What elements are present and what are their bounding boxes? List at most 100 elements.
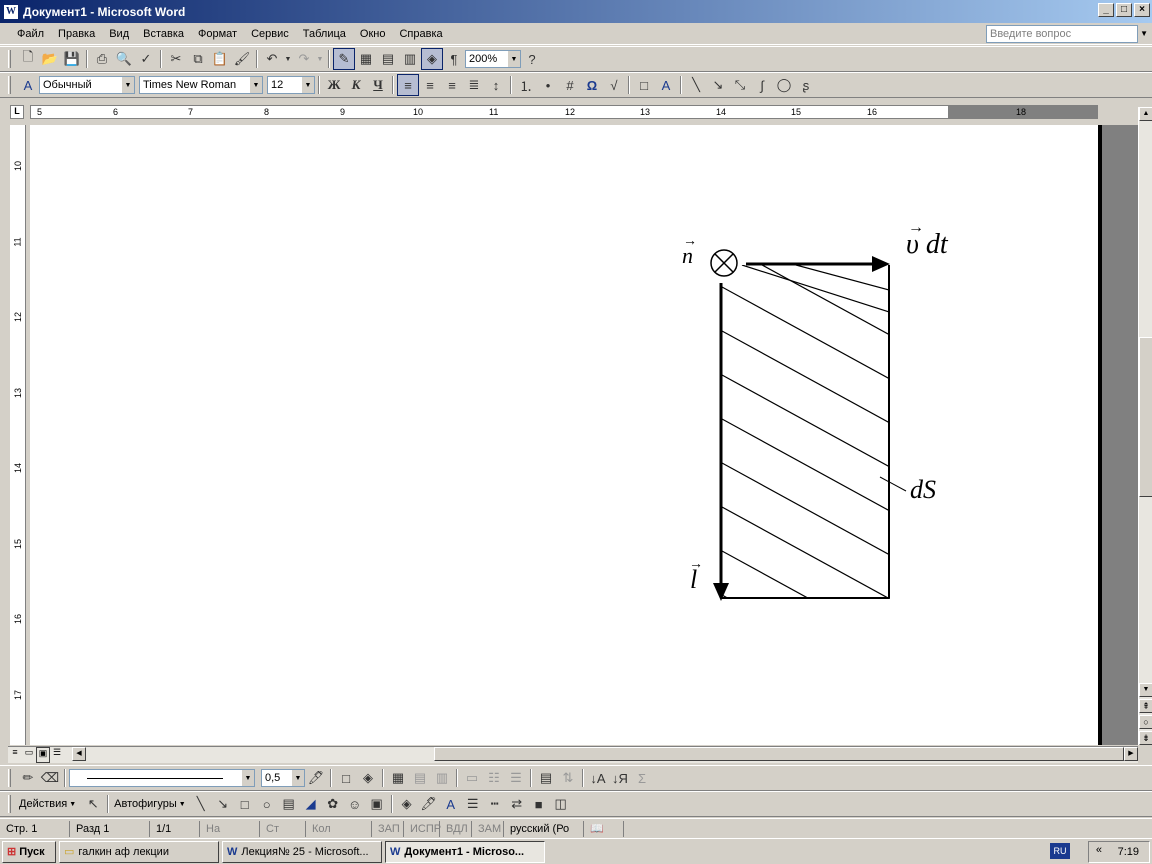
shading-color-icon[interactable]: ◈ xyxy=(357,767,379,789)
undo-icon[interactable]: ↶ xyxy=(261,48,283,70)
dash-style-icon[interactable]: ┅ xyxy=(484,793,506,815)
table-autoformat-icon[interactable]: ▤ xyxy=(535,767,557,789)
text-box-icon[interactable]: ▤ xyxy=(278,793,300,815)
menu-edit[interactable]: Правка xyxy=(51,28,102,40)
menu-view[interactable]: Вид xyxy=(102,28,136,40)
select-objects-icon[interactable]: ↖ xyxy=(82,793,104,815)
sort-ascending-icon[interactable]: ↓A xyxy=(587,767,609,789)
wordart-icon[interactable]: ◢ xyxy=(300,793,322,815)
draw-table-icon[interactable]: ✎ xyxy=(333,48,355,70)
menu-table[interactable]: Таблица xyxy=(296,28,353,40)
scroll-left-icon[interactable]: ◀ xyxy=(72,747,86,761)
drawing-toggle-icon[interactable]: ◈ xyxy=(421,48,443,70)
close-button[interactable]: × xyxy=(1134,3,1150,17)
toolbar-grip[interactable] xyxy=(8,769,11,787)
align-center-icon[interactable]: ≡ xyxy=(419,74,441,96)
scribble-icon[interactable]: ʂ xyxy=(795,74,817,96)
align-right-icon[interactable]: ≡ xyxy=(441,74,463,96)
copy-icon[interactable]: ⧉ xyxy=(187,48,209,70)
hscroll-thumb[interactable] xyxy=(434,747,1124,761)
language-indicator[interactable]: RU xyxy=(1050,843,1070,859)
status-trk[interactable]: ИСПР xyxy=(404,820,441,837)
scroll-right-icon[interactable]: ▶ xyxy=(1124,747,1138,761)
merge-cells-icon[interactable]: ▤ xyxy=(409,767,431,789)
italic-button[interactable]: К xyxy=(345,74,367,96)
distribute-columns-icon[interactable]: ☰ xyxy=(505,767,527,789)
3d-style-icon[interactable]: ◫ xyxy=(550,793,572,815)
shadow-style-icon[interactable]: ■ xyxy=(528,793,550,815)
line-style-icon[interactable]: ☰ xyxy=(462,793,484,815)
tab-selector[interactable]: L xyxy=(10,105,24,119)
font-color-icon[interactable]: A xyxy=(655,74,677,96)
bullets-icon[interactable]: • xyxy=(537,74,559,96)
previous-page-icon[interactable]: ⇞ xyxy=(1139,699,1152,713)
format-painter-icon[interactable]: 🖌 xyxy=(231,48,253,70)
arrow-style-icon[interactable]: ⇄ xyxy=(506,793,528,815)
print-layout-icon[interactable]: ▣ xyxy=(36,747,50,763)
rectangle-tool-icon[interactable]: □ xyxy=(234,793,256,815)
help-icon[interactable]: ? xyxy=(521,48,543,70)
minimize-button[interactable]: _ xyxy=(1098,3,1114,17)
line-weight-select[interactable]: 0,5 ▼ xyxy=(261,769,305,787)
bold-button[interactable]: Ж xyxy=(323,74,345,96)
line-color-icon[interactable]: 🖊 xyxy=(418,793,440,815)
style-select[interactable]: Обычный ▼ xyxy=(39,76,135,94)
menu-window[interactable]: Окно xyxy=(353,28,393,40)
normal-view-icon[interactable]: ≡ xyxy=(8,747,22,763)
sort-descending-icon[interactable]: ↓Я xyxy=(609,767,631,789)
styles-icon[interactable]: A xyxy=(17,74,39,96)
align-cell-icon[interactable]: ▭ xyxy=(461,767,483,789)
outside-border-icon[interactable]: □ xyxy=(335,767,357,789)
paste-icon[interactable]: 📋 xyxy=(209,48,231,70)
spelling-icon[interactable]: ✓ xyxy=(135,48,157,70)
columns-icon[interactable]: ▥ xyxy=(399,48,421,70)
autosum-icon[interactable]: Σ xyxy=(631,767,653,789)
actions-menu[interactable]: Действия xyxy=(17,798,69,810)
select-browse-object-icon[interactable]: ○ xyxy=(1139,715,1152,729)
task-folder[interactable]: ▭ галкин аф лекции xyxy=(59,840,219,863)
line-spacing-icon[interactable]: ↕ xyxy=(485,74,507,96)
web-view-icon[interactable]: ▭ xyxy=(22,747,36,763)
toolbar-grip[interactable] xyxy=(8,795,11,813)
pencil-icon[interactable]: ✏ xyxy=(17,767,39,789)
print-preview-icon[interactable]: 🔍 xyxy=(113,48,135,70)
line-tool-icon[interactable]: ╲ xyxy=(190,793,212,815)
split-cells-icon[interactable]: ▥ xyxy=(431,767,453,789)
new-document-icon[interactable]: 🗋 xyxy=(17,48,39,70)
scroll-thumb[interactable] xyxy=(1139,337,1152,497)
open-folder-icon[interactable]: 📂 xyxy=(39,48,61,70)
zoom-select[interactable]: 200% ▼ xyxy=(465,50,521,68)
arrow-icon[interactable]: ↘ xyxy=(707,74,729,96)
toolbar-grip[interactable] xyxy=(8,50,11,68)
underline-button[interactable]: Ч xyxy=(367,74,389,96)
clipart-icon[interactable]: ☺ xyxy=(344,793,366,815)
outline-view-icon[interactable]: ☰ xyxy=(50,747,64,763)
menu-file[interactable]: Файл xyxy=(10,28,51,40)
fill-color-icon[interactable]: ◈ xyxy=(396,793,418,815)
status-rec[interactable]: ЗАП xyxy=(372,820,404,837)
double-arrow-icon[interactable]: ⤡ xyxy=(729,74,751,96)
status-language[interactable]: русский (Ро xyxy=(504,820,584,837)
menu-tools[interactable]: Сервис xyxy=(244,28,296,40)
cut-icon[interactable]: ✂ xyxy=(165,48,187,70)
numbering-icon[interactable]: ⒈ xyxy=(515,74,537,96)
autoshapes-menu[interactable]: Автофигуры xyxy=(112,798,179,810)
vertical-ruler[interactable]: 10 11 12 13 14 15 16 17 xyxy=(10,125,26,745)
vertical-scrollbar[interactable]: ▲ ▼ ⇞ ○ ⇟ xyxy=(1138,107,1152,745)
ask-question-input[interactable]: Введите вопрос xyxy=(986,25,1138,43)
insert-field-icon[interactable]: # xyxy=(559,74,581,96)
justify-icon[interactable]: ≣ xyxy=(463,74,485,96)
line-icon[interactable]: ╲ xyxy=(685,74,707,96)
word-app-icon[interactable]: W xyxy=(3,3,19,20)
task-lecture-doc[interactable]: W Лекция№ 25 - Microsoft... xyxy=(222,840,382,863)
picture-icon[interactable]: ▣ xyxy=(366,793,388,815)
align-left-icon[interactable]: ≡ xyxy=(397,74,419,96)
status-ovr[interactable]: ЗАМ xyxy=(472,820,504,837)
diagram-icon[interactable]: ✿ xyxy=(322,793,344,815)
show-formatting-icon[interactable]: ¶ xyxy=(443,48,465,70)
borders-icon[interactable]: □ xyxy=(633,74,655,96)
menu-format[interactable]: Формат xyxy=(191,28,244,40)
clock[interactable]: 7:19 xyxy=(1118,846,1139,858)
eraser-icon[interactable]: ⌫ xyxy=(39,767,61,789)
freeform-icon[interactable]: ◯ xyxy=(773,74,795,96)
